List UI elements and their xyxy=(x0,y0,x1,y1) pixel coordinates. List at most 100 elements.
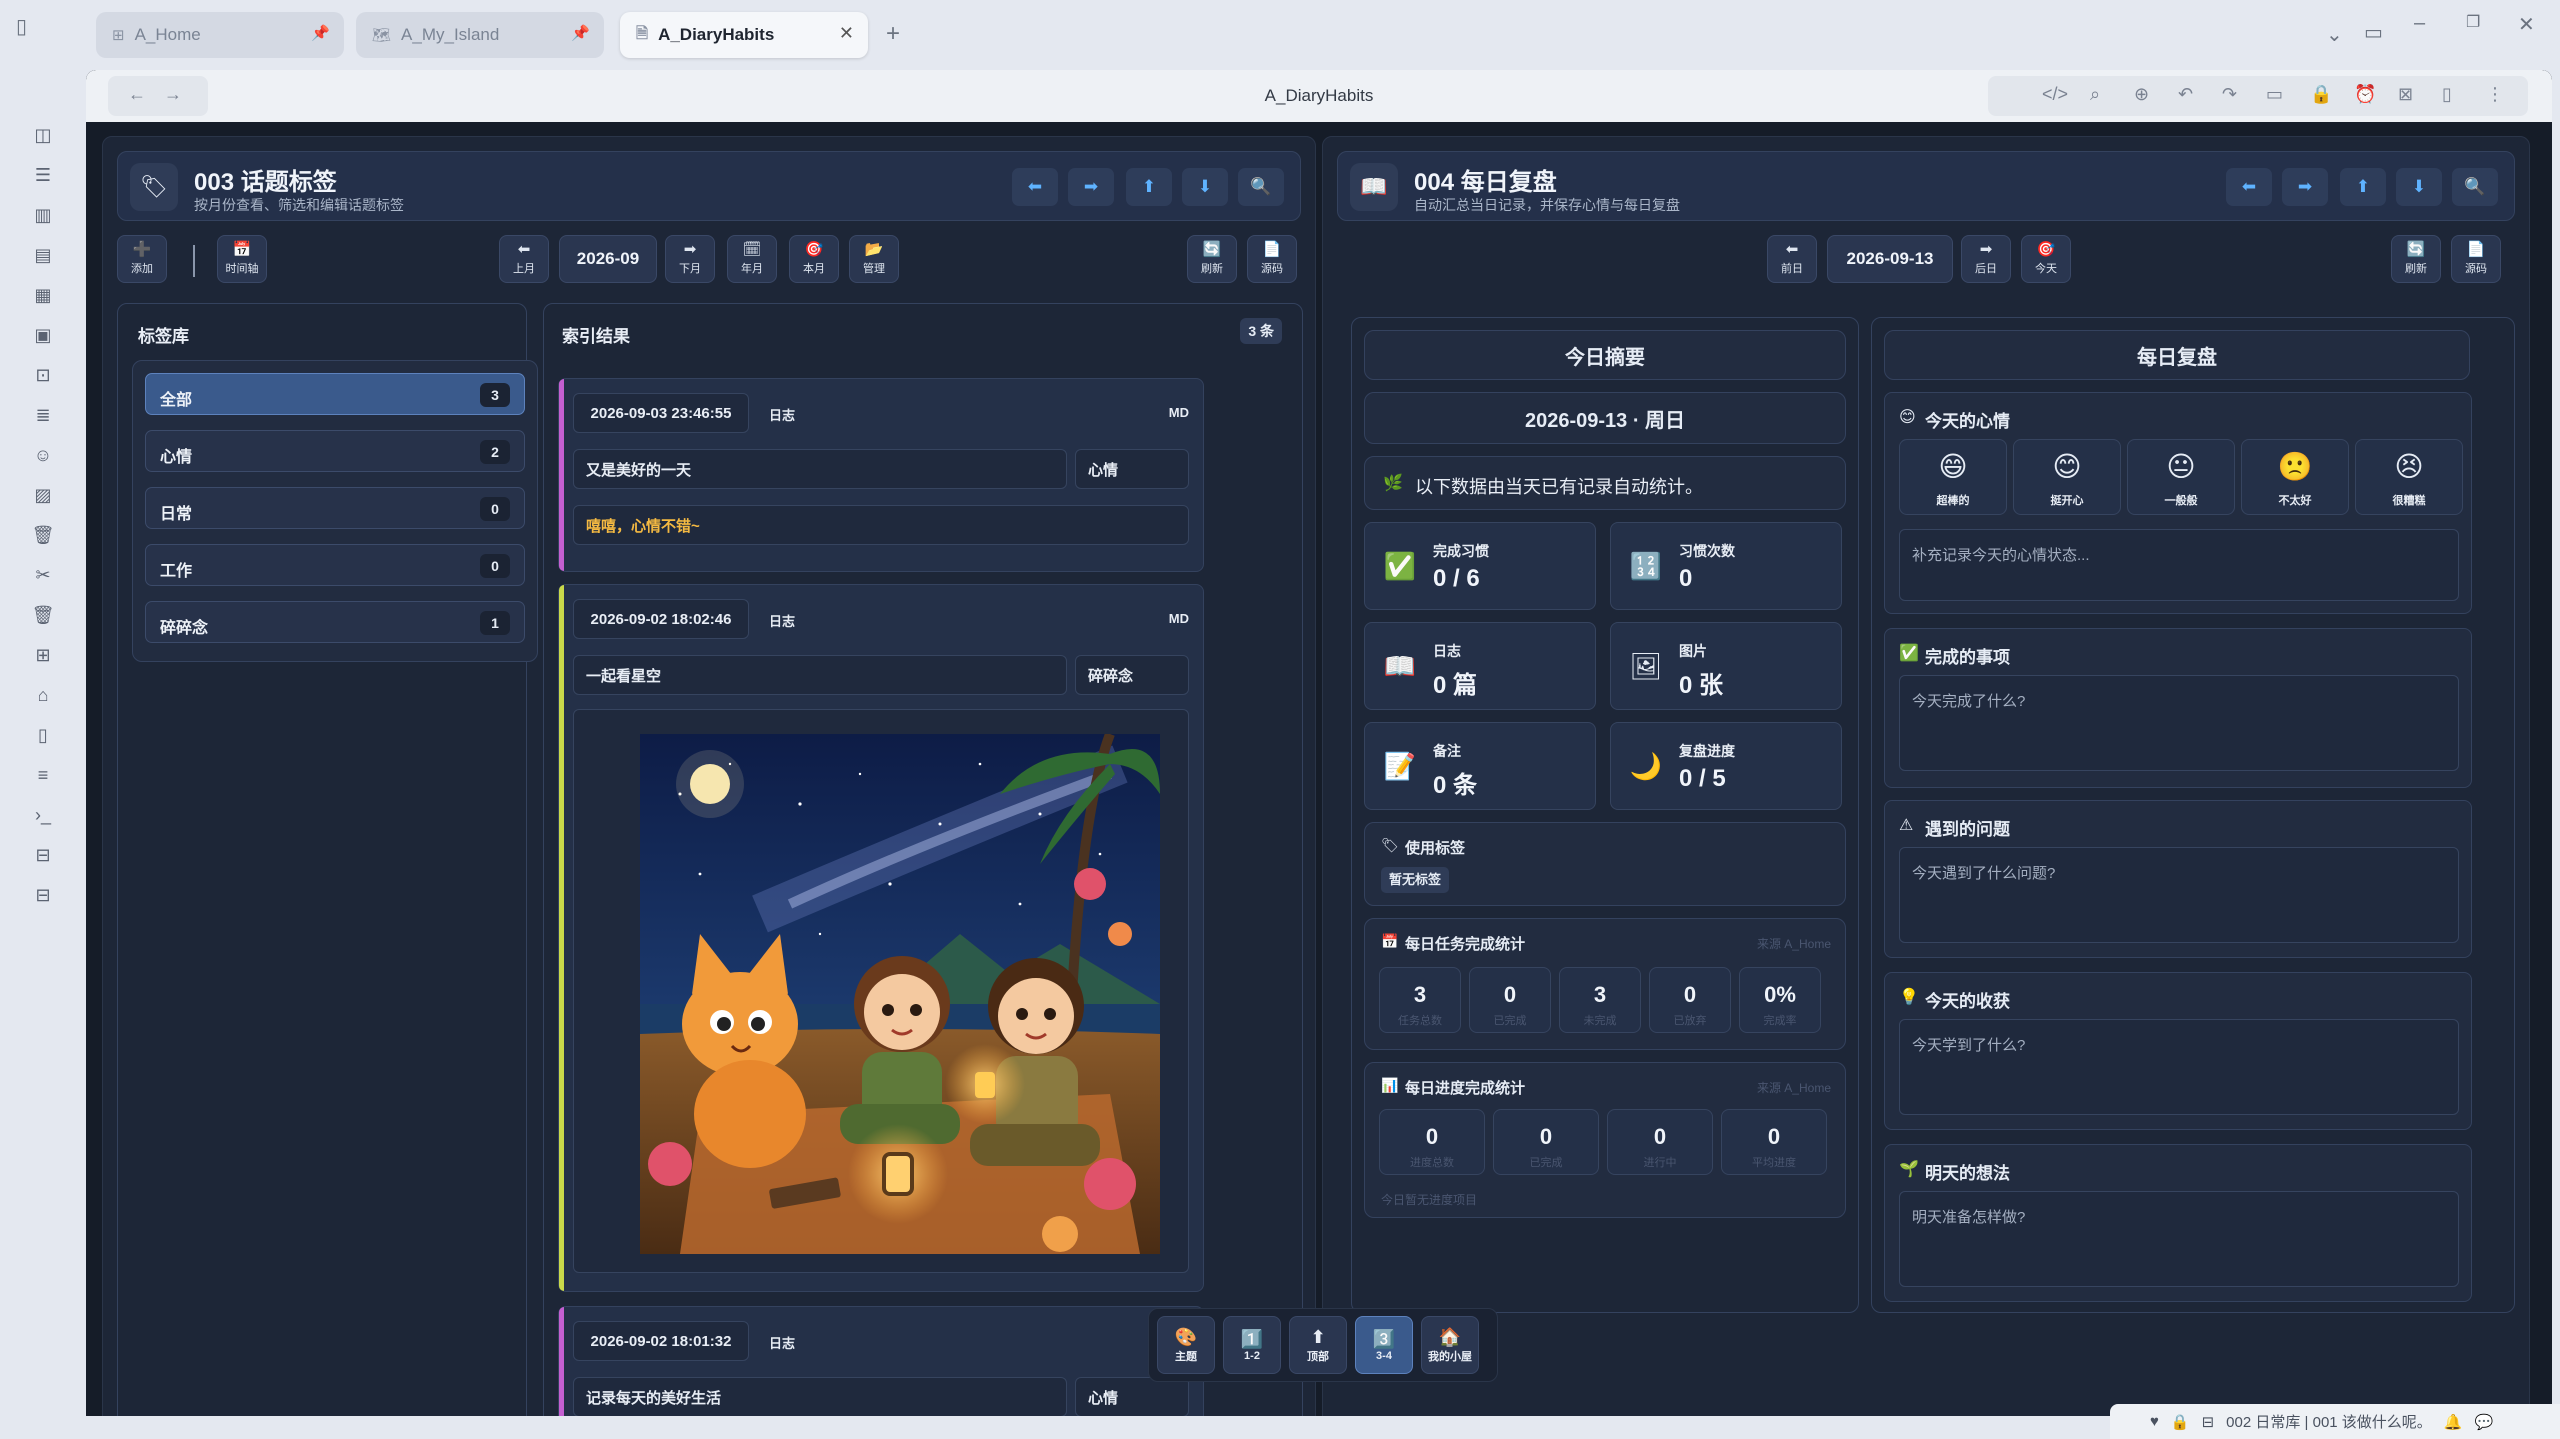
layout-icon[interactable]: ⊟ xyxy=(30,882,56,908)
arrow-up-button[interactable]: ⬆ xyxy=(1126,168,1172,206)
mood-note-input[interactable]: 补充记录今天的心情状态... xyxy=(1899,529,2459,601)
template-icon[interactable]: ⊡ xyxy=(30,362,56,388)
chat-icon[interactable]: 💬 xyxy=(2474,1413,2493,1431)
entry-title[interactable]: 记录每天的美好生活 xyxy=(573,1377,1067,1416)
minimize-icon[interactable]: – xyxy=(2414,12,2425,35)
month-display[interactable]: 2026-09 xyxy=(559,235,657,283)
source-button[interactable]: 📄 源码 xyxy=(2451,235,2501,283)
arrow-left-button[interactable]: ⬅ xyxy=(2226,168,2272,206)
home-icon[interactable]: ⌂ xyxy=(30,682,56,708)
grid-icon[interactable]: ⊞ xyxy=(30,642,56,668)
jump-3-4-button[interactable]: 3️⃣ 3-4 xyxy=(1355,1316,1413,1374)
tag-item-daily[interactable]: 日常 0 xyxy=(145,487,525,529)
alarm-icon[interactable]: ⏰ xyxy=(2354,84,2376,105)
entry-tag[interactable]: 碎碎念 xyxy=(1075,655,1189,695)
date-display[interactable]: 2026-09-13 xyxy=(1827,235,1953,283)
entry-tag[interactable]: 心情 xyxy=(1075,1377,1189,1416)
close-box-icon[interactable]: ⊠ xyxy=(2398,84,2413,105)
problems-input[interactable]: 今天遇到了什么问题? xyxy=(1899,847,2459,943)
bookmark-add-icon[interactable]: ⊕ xyxy=(2134,84,2149,105)
next-month-button[interactable]: ➡ 下月 xyxy=(665,235,715,283)
entry-title[interactable]: 一起看星空 xyxy=(573,655,1067,695)
trash-icon[interactable]: 🗑 xyxy=(30,602,56,628)
trash-icon[interactable]: 🗑 xyxy=(30,522,56,548)
arrow-down-button[interactable]: ⬇ xyxy=(2396,168,2442,206)
new-tab-icon[interactable]: + xyxy=(886,20,900,48)
arrow-down-button[interactable]: ⬇ xyxy=(1182,168,1228,206)
next-day-button[interactable]: ➡ 后日 xyxy=(1961,235,2011,283)
outline-icon[interactable]: ☰ xyxy=(30,162,56,188)
mood-option-bad[interactable]: 🙁 不太好 xyxy=(2241,439,2349,515)
book-icon[interactable]: ▥ xyxy=(30,202,56,228)
tab-diary-habits[interactable]: 🗎 A_DiaryHabits ✕ xyxy=(620,12,868,58)
map-icon[interactable]: ◫ xyxy=(30,122,56,148)
image-icon[interactable]: ▨ xyxy=(30,482,56,508)
archive-icon[interactable]: ▤ xyxy=(30,242,56,268)
list-icon[interactable]: ≣ xyxy=(30,402,56,428)
status-text[interactable]: 002 日常库 | 001 该做什么呢。 xyxy=(2226,1411,2432,1432)
calendar-icon[interactable]: ▦ xyxy=(30,282,56,308)
gains-input[interactable]: 今天学到了什么? xyxy=(1899,1019,2459,1115)
tools-icon[interactable]: ✂ xyxy=(30,562,56,588)
terminal-icon[interactable]: ›_ xyxy=(30,802,56,828)
tomorrow-input[interactable]: 明天准备怎样做? xyxy=(1899,1191,2459,1287)
window-close-icon[interactable]: ✕ xyxy=(2518,12,2535,37)
manage-button[interactable]: 📂 管理 xyxy=(849,235,899,283)
refresh-button[interactable]: 🔄 刷新 xyxy=(1187,235,1237,283)
smile-icon[interactable]: ☺ xyxy=(30,442,56,468)
add-button[interactable]: ➕ 添加 xyxy=(117,235,167,283)
prev-month-button[interactable]: ⬅ 上月 xyxy=(499,235,549,283)
result-entry[interactable]: 2026-09-02 18:02:46 日志 MD 一起看星空 碎碎念 xyxy=(558,584,1204,1292)
maximize-icon[interactable]: ❐ xyxy=(2466,12,2480,32)
refresh-button[interactable]: 🔄 刷新 xyxy=(2391,235,2441,283)
search-icon[interactable]: ⌕ xyxy=(2090,84,2100,105)
more-icon[interactable]: ⋮ xyxy=(2486,84,2504,105)
mood-option-ok[interactable]: 😐 一般般 xyxy=(2127,439,2235,515)
tag-item-mood[interactable]: 心情 2 xyxy=(145,430,525,472)
search-button[interactable]: 🔍 xyxy=(1238,168,1284,206)
redo-icon[interactable]: ↷ xyxy=(2222,84,2237,105)
done-input[interactable]: 今天完成了什么? xyxy=(1899,675,2459,771)
search-button[interactable]: 🔍 xyxy=(2452,168,2498,206)
menu-icon[interactable]: ≡ xyxy=(30,762,56,788)
today-button[interactable]: 🎯 今天 xyxy=(2021,235,2071,283)
bookmark-icon[interactable]: ▯ xyxy=(30,722,56,748)
theme-button[interactable]: 🎨 主题 xyxy=(1157,1316,1215,1374)
sidebar-toggle-icon[interactable]: ▯ xyxy=(16,14,27,39)
chevron-down-icon[interactable]: ⌄ xyxy=(2326,22,2343,47)
top-button[interactable]: ⬆ 顶部 xyxy=(1289,1316,1347,1374)
mood-option-great[interactable]: 😄 超棒的 xyxy=(1899,439,2007,515)
pin-icon[interactable]: 📌 xyxy=(311,24,330,42)
blocks-icon[interactable]: ▣ xyxy=(30,322,56,348)
jump-1-2-button[interactable]: 1️⃣ 1-2 xyxy=(1223,1316,1281,1374)
tag-item-murmur[interactable]: 碎碎念 1 xyxy=(145,601,525,643)
tag-item-work[interactable]: 工作 0 xyxy=(145,544,525,586)
timeline-button[interactable]: 📅 时间轴 xyxy=(217,235,267,283)
mood-option-happy[interactable]: 😊 挺开心 xyxy=(2013,439,2121,515)
this-month-button[interactable]: 🎯 本月 xyxy=(789,235,839,283)
table-icon[interactable]: ⊟ xyxy=(30,842,56,868)
result-entry[interactable]: 2026-09-03 23:46:55 日志 MD 又是美好的一天 心情 嘻嘻，… xyxy=(558,378,1204,572)
lock-icon[interactable]: 🔒 xyxy=(2310,84,2332,105)
tab-my-island[interactable]: 🗺 A_My_Island 📌 xyxy=(356,12,604,58)
pin-icon[interactable]: 📌 xyxy=(571,24,590,42)
bookmark-icon[interactable]: ▯ xyxy=(2442,84,2452,105)
entry-tag[interactable]: 心情 xyxy=(1075,449,1189,489)
mood-option-terrible[interactable]: 😣 很糟糕 xyxy=(2355,439,2463,515)
heart-icon[interactable]: ♥ xyxy=(2150,1413,2159,1430)
prev-day-button[interactable]: ⬅ 前日 xyxy=(1767,235,1817,283)
tab-home[interactable]: ⊞ A_Home 📌 xyxy=(96,12,344,58)
lock-icon[interactable]: 🔒 xyxy=(2171,1413,2190,1431)
tag-item-all[interactable]: 全部 3 xyxy=(145,373,525,415)
result-entry[interactable]: 2026-09-02 18:01:32 日志 记录每天的美好生活 心情 xyxy=(558,1306,1204,1416)
close-icon[interactable]: ✕ xyxy=(839,23,854,44)
my-house-button[interactable]: 🏠 我的小屋 xyxy=(1421,1316,1479,1374)
arrow-right-button[interactable]: ➡ xyxy=(2282,168,2328,206)
entry-body[interactable]: 嘻嘻，心情不错~ xyxy=(573,505,1189,545)
undo-icon[interactable]: ↶ xyxy=(2178,84,2193,105)
screen-icon[interactable]: ▭ xyxy=(2266,84,2283,105)
arrow-right-button[interactable]: ➡ xyxy=(1068,168,1114,206)
source-button[interactable]: 📄 源码 xyxy=(1247,235,1297,283)
arrow-up-button[interactable]: ⬆ xyxy=(2340,168,2386,206)
entry-title[interactable]: 又是美好的一天 xyxy=(573,449,1067,489)
